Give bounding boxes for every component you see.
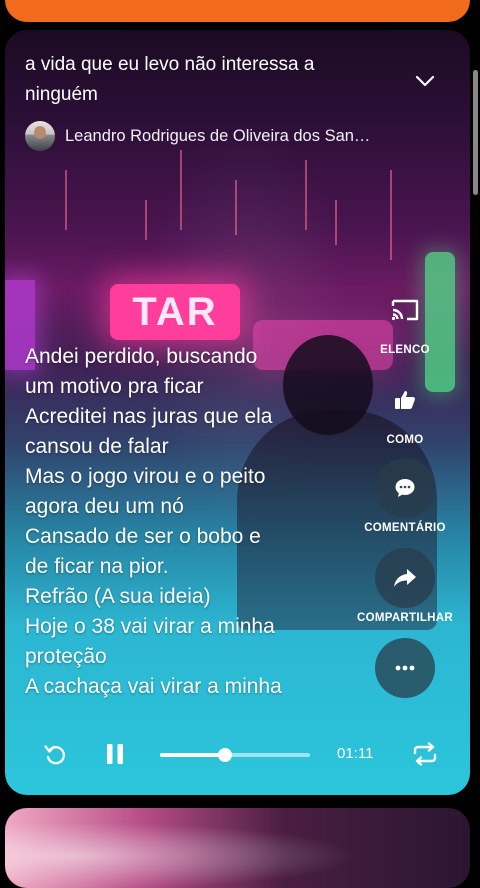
progress-fill bbox=[160, 753, 225, 757]
comment-label: COMENTÁRIO bbox=[364, 522, 446, 534]
previous-track-card[interactable] bbox=[5, 0, 470, 22]
rain-streak bbox=[145, 200, 147, 240]
more-button[interactable] bbox=[375, 638, 435, 698]
comment-icon bbox=[395, 479, 415, 497]
cast-icon bbox=[391, 299, 419, 321]
author-avatar[interactable] bbox=[25, 121, 55, 151]
comment-button[interactable] bbox=[375, 458, 435, 518]
more-icon bbox=[395, 665, 415, 671]
lyric-line: um motivo pra ficar bbox=[25, 375, 204, 398]
share-button[interactable] bbox=[375, 548, 435, 608]
scrollbar[interactable] bbox=[473, 70, 478, 195]
lyric-line: cansou de falar bbox=[25, 435, 169, 458]
cast-label: ELENCO bbox=[380, 344, 430, 356]
elapsed-time: 01:11 bbox=[337, 745, 374, 762]
thumbs-up-icon bbox=[395, 391, 415, 409]
like-button[interactable] bbox=[375, 370, 435, 430]
author-row[interactable]: Leandro Rodrigues de Oliveira dos San… bbox=[25, 120, 370, 152]
cast-action[interactable]: ELENCO bbox=[355, 280, 455, 356]
lyric-line: Cansado de ser o bobo e bbox=[25, 525, 261, 548]
replay-icon[interactable] bbox=[43, 742, 67, 766]
share-label: COMPARTILHAR bbox=[356, 612, 453, 624]
author-name[interactable]: Leandro Rodrigues de Oliveira dos San… bbox=[65, 127, 370, 146]
progress-knob[interactable] bbox=[217, 748, 232, 762]
lyric-line: agora deu um nó bbox=[25, 495, 184, 518]
player-controls: 01:11 bbox=[5, 735, 470, 775]
rain-streak bbox=[390, 170, 392, 260]
rain-streak bbox=[65, 170, 67, 230]
lyric-line: Refrão (A sua ideia) bbox=[25, 585, 211, 608]
more-action[interactable] bbox=[355, 638, 455, 698]
song-title: a vida que eu levo não interessa a ningu… bbox=[25, 54, 315, 105]
lyrics-block: Andei perdido, buscando um motivo pra fi… bbox=[25, 342, 355, 702]
rain-streak bbox=[180, 150, 182, 230]
lyric-line: proteção bbox=[25, 645, 107, 668]
rain-streak bbox=[305, 160, 307, 230]
collapse-chevron-down-icon[interactable] bbox=[410, 66, 440, 96]
progress-slider[interactable] bbox=[160, 748, 310, 762]
rain-streak bbox=[235, 180, 237, 235]
lyric-line: de ficar na pior. bbox=[25, 555, 169, 578]
lyric-line: Hoje o 38 vai virar a minha bbox=[25, 615, 275, 638]
lyric-line: Acreditei nas juras que ela bbox=[25, 405, 273, 428]
rain-streak bbox=[335, 200, 337, 245]
lyric-line: Mas o jogo virou e o peito bbox=[25, 465, 266, 488]
now-playing-card: TAR a vida que eu levo não interessa a n… bbox=[5, 30, 470, 795]
lyric-line: Andei perdido, buscando bbox=[25, 345, 258, 368]
like-label: COMO bbox=[386, 434, 424, 446]
next-track-card[interactable] bbox=[5, 808, 470, 888]
cast-button[interactable] bbox=[375, 280, 435, 340]
repeat-icon[interactable] bbox=[412, 742, 438, 766]
share-icon bbox=[394, 569, 416, 587]
like-action[interactable]: COMO bbox=[355, 370, 455, 446]
lyric-line: A cachaça vai virar a minha bbox=[25, 675, 282, 698]
comment-action[interactable]: COMENTÁRIO bbox=[355, 458, 455, 534]
share-action[interactable]: COMPARTILHAR bbox=[355, 548, 455, 624]
pause-icon[interactable] bbox=[105, 743, 125, 765]
background-neon-tar-sign: TAR bbox=[110, 284, 240, 340]
